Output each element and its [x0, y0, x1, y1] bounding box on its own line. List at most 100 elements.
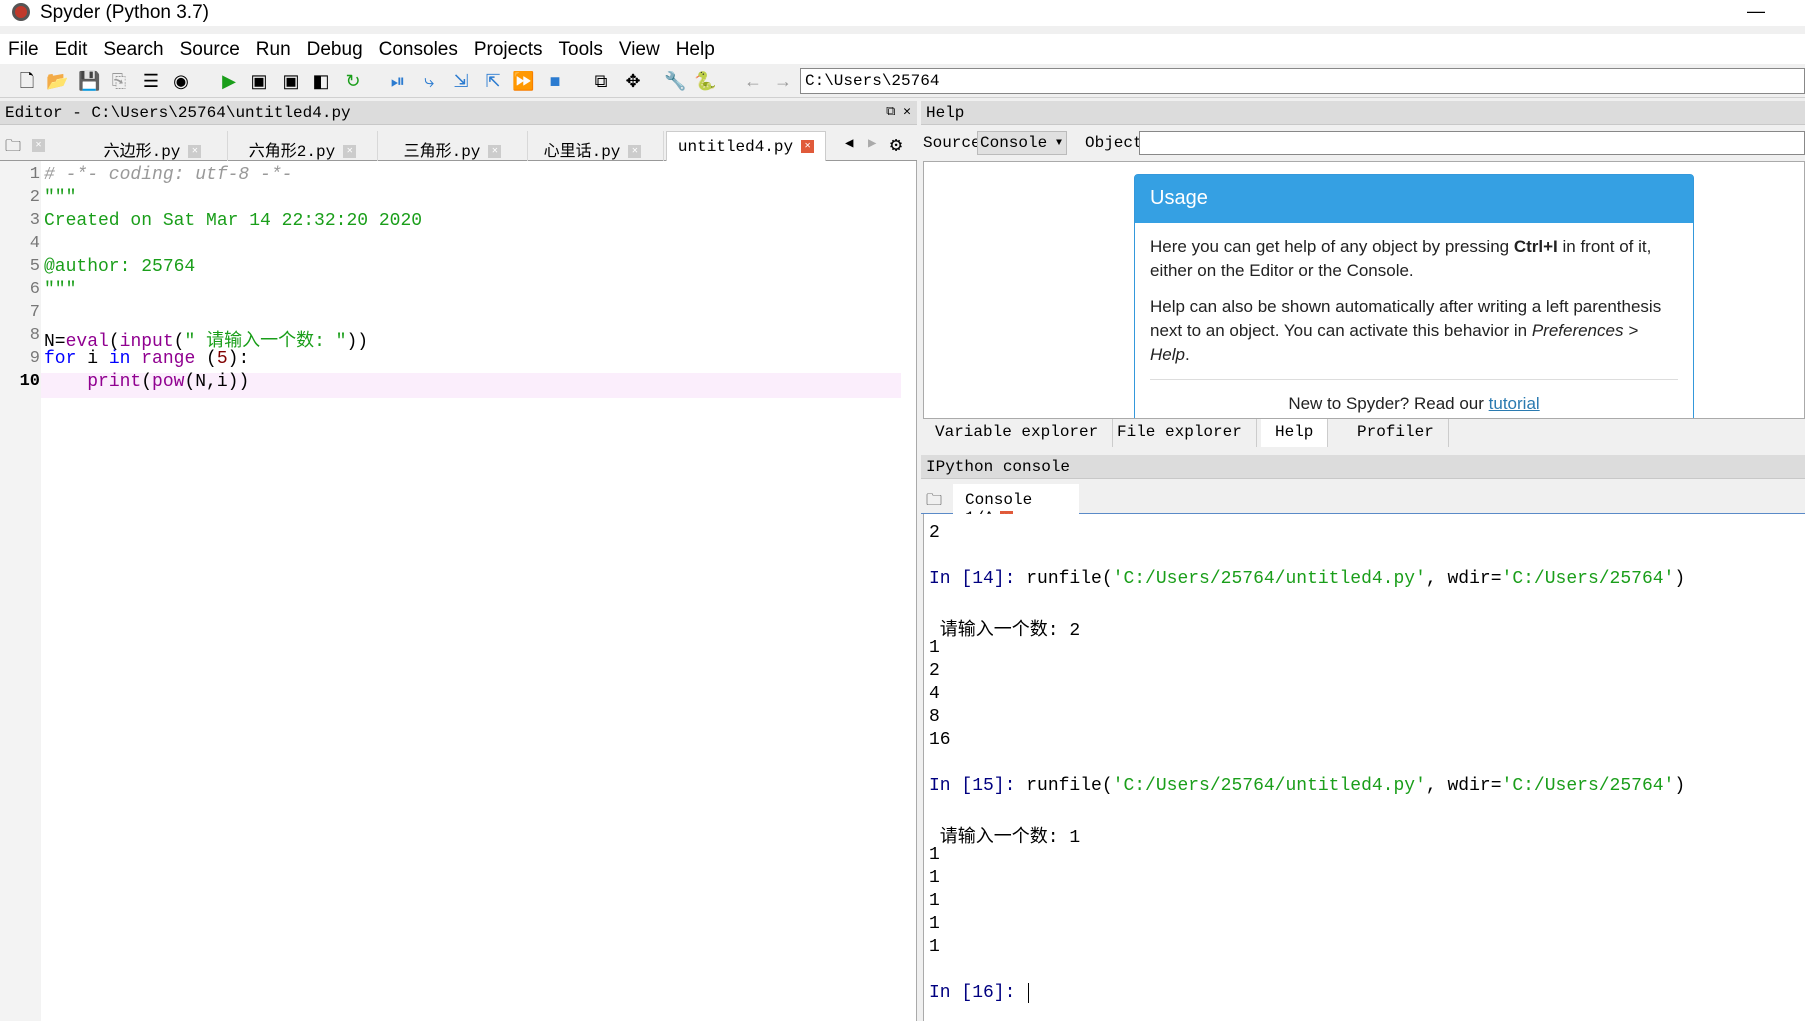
editor-tab-label: 六边形.py	[103, 143, 181, 161]
menu-help[interactable]: Help	[676, 34, 725, 64]
source-select[interactable]: Console ▼	[977, 131, 1067, 155]
editor-tab[interactable]: 三角形.py ✕	[378, 131, 528, 161]
run-cell-icon[interactable]: ▣	[248, 70, 270, 92]
spyder-icon[interactable]: ◉	[170, 70, 192, 92]
editor-title: Editor - C:\Users\25764\untitled4.py	[5, 104, 351, 122]
code-line: # -*- coding: utf-8 -*-	[44, 165, 292, 185]
line-number: 1	[29, 165, 40, 184]
console-line: 1	[929, 868, 940, 888]
stop-icon[interactable]: ■	[544, 70, 566, 92]
preferences-icon[interactable]: 🔧	[664, 70, 686, 92]
menu-debug[interactable]: Debug	[307, 34, 373, 64]
close-icon[interactable]: ✕	[343, 145, 357, 159]
editor-tab[interactable]: 六角形2.py ✕	[228, 131, 378, 161]
code-token: (	[195, 349, 217, 369]
close-icon[interactable]: ✕	[32, 139, 45, 152]
console-tab[interactable]: Console 1/A✕	[953, 484, 1079, 527]
close-icon[interactable]: ✕	[188, 145, 202, 159]
help-pane-header: Help	[921, 101, 1805, 125]
run-icon[interactable]: ▶	[218, 70, 240, 92]
undock-close-icons[interactable]: ⧉ ✕	[886, 104, 911, 119]
run-cell-advance-icon[interactable]: ▣	[280, 70, 302, 92]
browse-tabs-icon[interactable]: 🗀	[5, 135, 21, 162]
python-path-icon[interactable]: 🐍	[694, 70, 716, 92]
line-number: 8	[29, 326, 40, 345]
forward-icon[interactable]: →	[772, 70, 794, 92]
console-line: 1	[929, 914, 940, 934]
console-output[interactable]: 22In [14]: runfile('C:/Users/25764/untit…	[923, 514, 1805, 1021]
step-icon[interactable]: ⤷	[418, 70, 440, 92]
menu-edit[interactable]: Edit	[55, 34, 98, 64]
outline-icon[interactable]: ☰	[140, 70, 162, 92]
editor-tab[interactable]: untitled4.py ✕	[666, 131, 826, 161]
menu-source[interactable]: Source	[180, 34, 250, 64]
source-select-value: Console	[980, 134, 1048, 152]
code-token: 5	[216, 349, 228, 369]
save-icon[interactable]: 💾	[78, 70, 100, 92]
gear-icon[interactable]: ⚙	[890, 132, 902, 158]
tab-file-explorer[interactable]: File explorer	[1103, 419, 1257, 447]
scroll-tabs-left-icon[interactable]: ◀	[845, 135, 853, 152]
step-into-icon[interactable]: ⇲	[450, 70, 472, 92]
back-icon[interactable]: ←	[742, 70, 764, 92]
menu-search[interactable]: Search	[103, 34, 173, 64]
line-number: 10	[19, 372, 40, 391]
editor-tab[interactable]: 心里话.py ✕	[522, 131, 664, 161]
tab-help[interactable]: Help	[1261, 419, 1329, 447]
code-token: for	[44, 349, 77, 369]
code-token: in	[108, 349, 131, 369]
open-file-icon[interactable]: 📂	[46, 70, 68, 92]
line-number: 6	[29, 280, 40, 299]
console-line: 1	[929, 891, 940, 911]
console-line: 1	[929, 845, 940, 865]
tab-variable-explorer[interactable]: Variable explorer	[921, 419, 1114, 447]
code-token: ):	[227, 349, 250, 369]
code-editor[interactable]: 1 2 3 4 5 6 7 8 9 10 # -*- coding: utf-8 -*- """ Cr…	[0, 161, 917, 1021]
minimize-button[interactable]: —	[1747, 1, 1765, 22]
code-token: # -*- coding: utf-8 -*-	[44, 165, 293, 185]
editor-tab[interactable]: 六边形.py ✕	[78, 131, 228, 161]
close-icon[interactable]: ✕	[488, 145, 502, 159]
menu-consoles[interactable]: Consoles	[379, 34, 468, 64]
continue-icon[interactable]: ⏩	[512, 70, 534, 92]
console-line: 1	[929, 937, 940, 957]
code-line: @author: 25764	[44, 257, 195, 277]
rerun-icon[interactable]: ↻	[342, 70, 364, 92]
source-label: Source	[923, 134, 981, 152]
close-icon[interactable]: ✕	[801, 140, 815, 154]
usage-box: Usage Here you can get help of any objec…	[1134, 174, 1694, 418]
console-end: )	[1674, 776, 1686, 796]
object-input[interactable]	[1139, 131, 1805, 155]
line-number: 9	[29, 349, 40, 368]
browse-tabs-icon[interactable]: 🗀	[926, 489, 942, 516]
code-token: Created on Sat Mar 14 22:32:20 2020	[44, 211, 423, 231]
console-line: 4	[929, 684, 940, 704]
maximize-pane-icon[interactable]: ⧉	[590, 70, 612, 92]
save-all-icon[interactable]: ⎘	[108, 70, 130, 92]
code-token: """	[44, 188, 77, 208]
code-token: print	[87, 372, 142, 392]
console-line: 请输入一个数: 1	[929, 828, 1081, 848]
console-code: runfile(	[1026, 776, 1113, 796]
scroll-tabs-right-icon[interactable]: ▶	[868, 135, 876, 152]
step-return-icon[interactable]: ⇱	[482, 70, 504, 92]
usage-paragraph-1: Here you can get help of any object by p…	[1150, 237, 1652, 280]
menu-bar: File Edit Search Source Run Debug Consoles Proj…	[0, 34, 1805, 64]
menu-projects[interactable]: Projects	[474, 34, 553, 64]
menu-view[interactable]: View	[619, 34, 670, 64]
close-icon[interactable]: ✕	[628, 145, 642, 159]
menu-run[interactable]: Run	[256, 34, 301, 64]
tab-profiler[interactable]: Profiler	[1343, 419, 1449, 447]
editor-tab-label: untitled4.py	[677, 138, 794, 156]
run-selection-icon[interactable]: ◧	[310, 70, 332, 92]
debug-icon[interactable]: ⏯	[387, 70, 409, 92]
fullscreen-icon[interactable]: ✥	[622, 70, 644, 92]
menu-tools[interactable]: Tools	[559, 34, 613, 64]
menu-file[interactable]: File	[8, 34, 49, 64]
editor-pane-header: Editor - C:\Users\25764\untitled4.py ⧉ ✕	[0, 101, 917, 125]
console-line: In [15]: runfile('C:/Users/25764/untitle…	[929, 776, 1685, 796]
working-directory-input[interactable]: C:\Users\25764	[800, 68, 1805, 94]
new-file-icon[interactable]: 🗋	[16, 70, 38, 92]
tutorial-link[interactable]: tutorial	[1489, 394, 1540, 413]
console-s2: 'C:/Users/25764'	[1501, 569, 1675, 589]
